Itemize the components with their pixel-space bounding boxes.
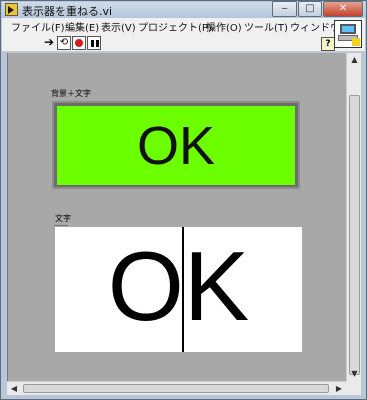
text-cursor (182, 227, 184, 352)
menu-edit[interactable]: 編集(E) (65, 19, 99, 34)
toolbar: ➔ ⟲ ? (2, 34, 365, 52)
vi-app-icon (5, 3, 18, 16)
horizontal-scrollbar[interactable]: ◀ ▶ (7, 381, 346, 395)
window-controls: ‒ □ ✕ (271, 1, 363, 17)
menu-project[interactable]: プロジェクト(P) (138, 19, 212, 34)
horizontal-scroll-thumb[interactable] (23, 384, 329, 393)
abort-icon[interactable] (72, 36, 86, 50)
indicator1-label: 背景＋文字 (51, 89, 91, 98)
vi-window: 表示器を重ねる.vi ‒ □ ✕ ファイル(F) 編集(E) 表示(V) プロジ… (0, 0, 367, 400)
string-indicator-text[interactable]: OK (55, 227, 302, 352)
string-indicator-background[interactable]: OK (52, 101, 300, 189)
indicator2-text: OK (107, 231, 250, 341)
vertical-scroll-thumb[interactable] (349, 95, 360, 375)
indicator1-text: OK (136, 115, 216, 176)
run-arrow-icon[interactable]: ➔ (42, 36, 56, 50)
scroll-right-icon[interactable]: ▶ (332, 382, 346, 395)
scroll-up-icon[interactable]: ▲ (348, 53, 361, 67)
help-icon[interactable]: ? (321, 37, 335, 51)
vertical-scrollbar[interactable]: ▲ ▼ (346, 53, 361, 381)
indicator1-display: OK (57, 106, 295, 185)
window-title: 表示器を重ねる.vi (22, 5, 113, 18)
menu-view[interactable]: 表示(V) (101, 19, 136, 34)
front-panel: 背景＋文字 OK 文字 OK (7, 53, 346, 381)
maximize-button[interactable]: □ (298, 1, 322, 17)
scroll-down-icon[interactable]: ▼ (348, 367, 361, 381)
pause-icon[interactable] (87, 36, 101, 50)
menu-file[interactable]: ファイル(F) (11, 19, 65, 34)
menu-bar: ファイル(F) 編集(E) 表示(V) プロジェクト(P) 操作(O) ツール(… (2, 18, 365, 34)
indicator2-label: 文字 (55, 214, 71, 223)
minimize-button[interactable]: ‒ (272, 1, 297, 17)
scroll-left-icon[interactable]: ◀ (7, 382, 21, 395)
close-button[interactable]: ✕ (323, 1, 363, 17)
scrollbar-corner (346, 381, 361, 395)
run-continuously-icon[interactable]: ⟲ (57, 36, 71, 50)
menu-tools[interactable]: ツール(T) (244, 19, 288, 34)
menu-operate[interactable]: 操作(O) (206, 19, 242, 34)
vi-connector-icon[interactable] (334, 20, 362, 48)
